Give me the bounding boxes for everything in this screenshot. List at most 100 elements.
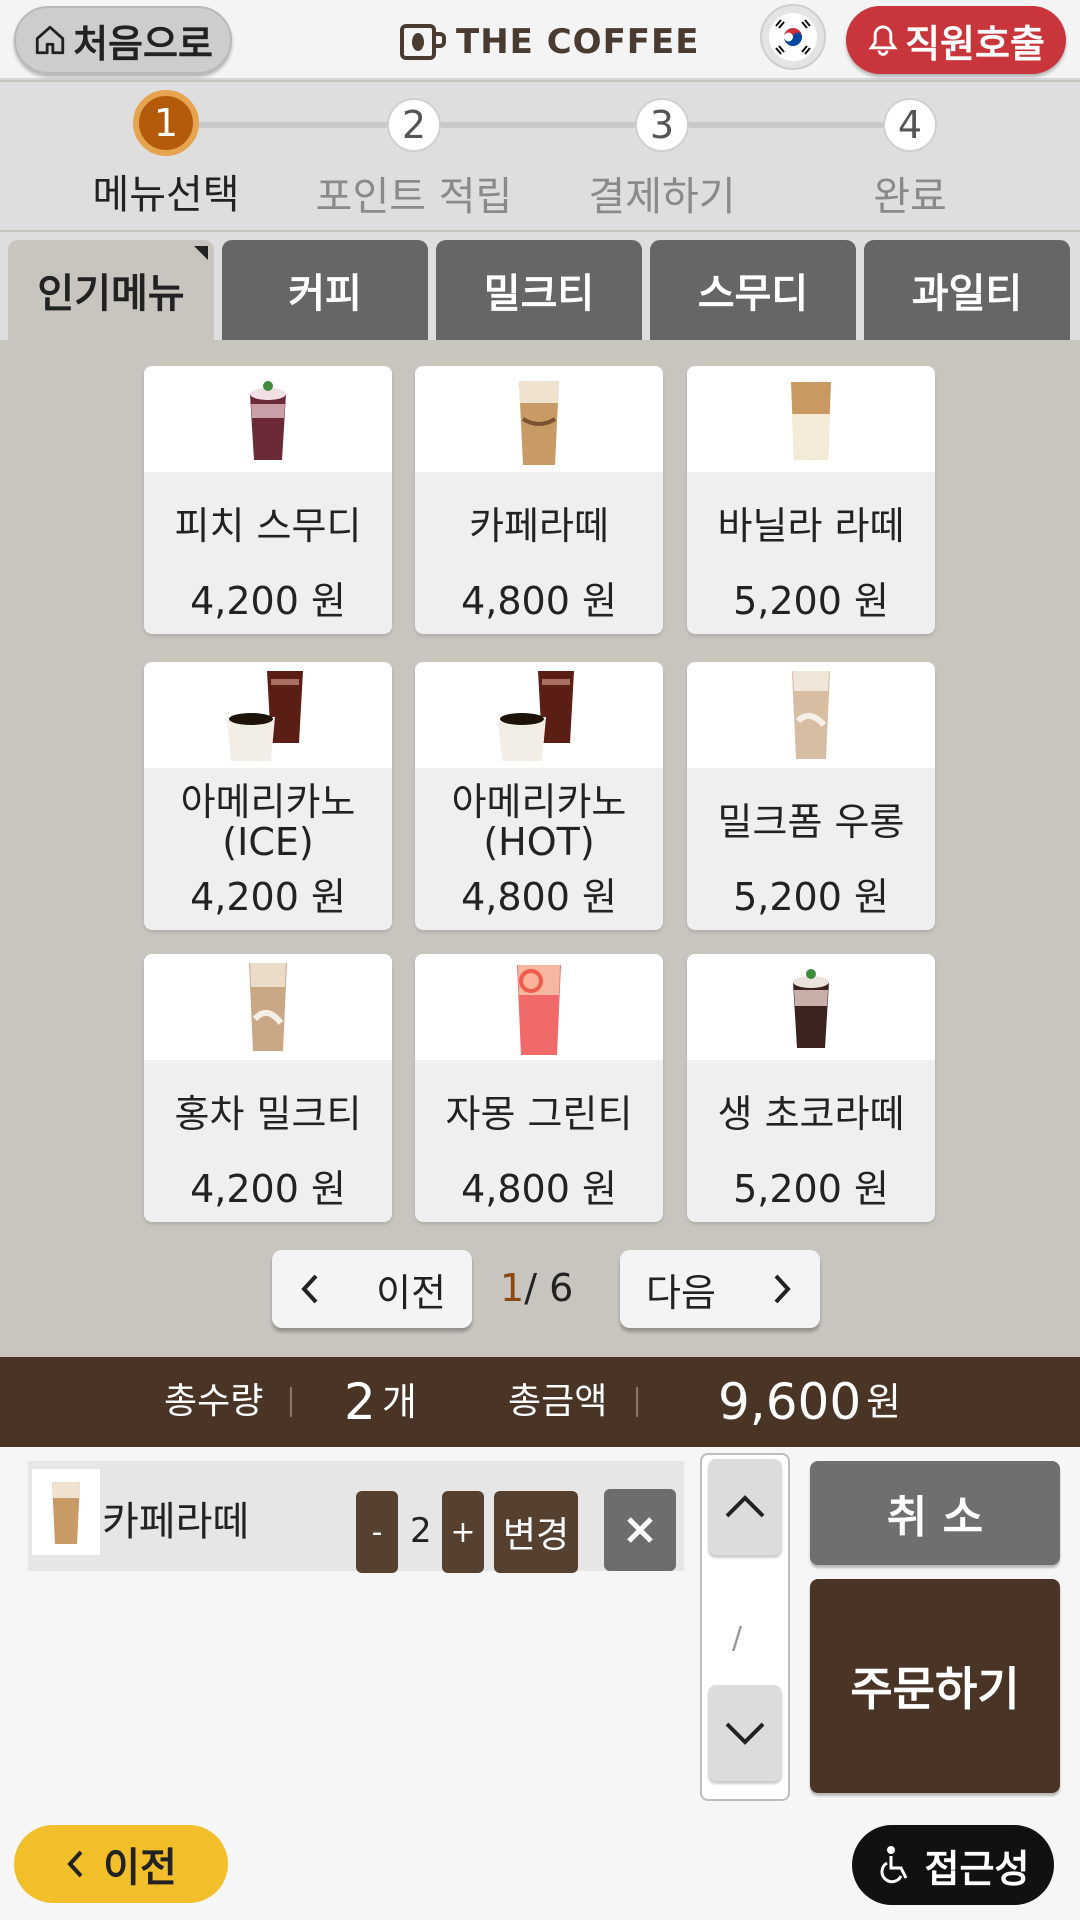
- menu-item-name: 자몽 그린티: [415, 1074, 663, 1154]
- menu-item-choco-latte[interactable]: 생 초코라떼 5,200 원: [687, 954, 935, 1222]
- cancel-button[interactable]: 취 소: [810, 1461, 1060, 1565]
- total-amount-unit: 원: [866, 1380, 901, 1424]
- order-totals-bar: 총수량 2 개 총금액 9,600 원: [0, 1357, 1080, 1447]
- menu-item-name: 아메리카노 (ICE): [144, 782, 392, 862]
- name-line: 피치 스무디: [174, 504, 362, 548]
- menu-item-price: 4,800 원: [461, 579, 617, 623]
- remove-item-button[interactable]: [604, 1489, 676, 1571]
- step-label: 포인트 적립: [315, 174, 513, 220]
- bottom-bar: 이전 접근성: [0, 1805, 1080, 1920]
- menu-item-price: 5,200 원: [733, 579, 889, 623]
- name-line: 바닐라 라떼: [717, 504, 905, 548]
- home-icon: [35, 25, 65, 55]
- scroll-indicator: /: [732, 1621, 743, 1656]
- menu-item-price: 5,200 원: [733, 1167, 889, 1211]
- divider: [636, 1387, 638, 1417]
- cart-item: 카페라떼 - 2 + 변경: [28, 1461, 684, 1573]
- back-button[interactable]: 이전: [14, 1825, 228, 1903]
- bell-icon: [868, 25, 898, 56]
- scroll-down-button[interactable]: [708, 1685, 782, 1781]
- wheelchair-icon: [880, 1846, 907, 1884]
- cart-item-name: 카페라떼: [102, 1499, 250, 1545]
- step-points: 2 포인트 적립: [304, 82, 524, 222]
- progress-line: [170, 122, 910, 128]
- back-label: 이전: [103, 1845, 177, 1891]
- tab-coffee[interactable]: 커피: [222, 240, 428, 340]
- next-page-label: 다음: [646, 1270, 716, 1315]
- step-number: 4: [883, 98, 937, 152]
- increase-qty-button[interactable]: +: [442, 1491, 484, 1573]
- menu-item-peach-smoothie[interactable]: 피치 스무디 4,200 원: [144, 366, 392, 634]
- menu-item-name: 바닐라 라떼: [687, 486, 935, 566]
- menu-item-name: 아메리카노 (HOT): [415, 782, 663, 862]
- scroll-up-button[interactable]: [708, 1459, 782, 1555]
- menu-item-price: 4,800 원: [461, 1167, 617, 1211]
- americano-icon: [144, 662, 392, 768]
- menu-item-vanilla-latte[interactable]: 바닐라 라떼 5,200 원: [687, 366, 935, 634]
- tab-milk-tea[interactable]: 밀크티: [436, 240, 642, 340]
- menu-item-grapefruit-green-tea[interactable]: 자몽 그린티 4,800 원: [415, 954, 663, 1222]
- prev-page-button[interactable]: 이전: [272, 1250, 472, 1328]
- step-number: 2: [387, 98, 441, 152]
- step-payment: 3 결제하기: [552, 82, 772, 222]
- language-button[interactable]: [760, 4, 826, 70]
- tab-popular[interactable]: 인기메뉴: [8, 240, 214, 340]
- tab-fruit-tea[interactable]: 과일티: [864, 240, 1070, 340]
- menu-item-price: 4,200 원: [190, 1167, 346, 1211]
- step-number: 1: [133, 90, 199, 156]
- menu-item-cafe-latte[interactable]: 카페라떼 4,800 원: [415, 366, 663, 634]
- step-label: 결제하기: [588, 174, 736, 220]
- smoothie-icon: [144, 366, 392, 472]
- total-amount-value: 9,600: [718, 1373, 862, 1431]
- menu-item-name: 피치 스무디: [144, 486, 392, 566]
- home-button[interactable]: 처음으로: [14, 6, 232, 74]
- menu-item-name: 생 초코라떼: [687, 1074, 935, 1154]
- close-icon: [627, 1517, 653, 1543]
- latte-icon: [32, 1469, 100, 1555]
- chevron-right-icon: [774, 1274, 791, 1304]
- menu-item-name: 카페라떼: [415, 486, 663, 566]
- menu-item-name: 밀크폼 우롱: [687, 782, 935, 862]
- step-menu-select: 1 메뉴선택: [56, 82, 276, 220]
- cart-panel: 카페라떼 - 2 + 변경 / 취 소 주문하기: [0, 1447, 1080, 1805]
- current-page: 1: [500, 1266, 525, 1310]
- step-complete: 4 완료: [800, 82, 1020, 222]
- latte-icon: [687, 366, 935, 472]
- total-qty-unit: 개: [382, 1380, 417, 1424]
- order-button[interactable]: 주문하기: [810, 1579, 1060, 1793]
- brand-name: THE COFFEE: [456, 22, 700, 62]
- total-qty-value: 2: [344, 1373, 376, 1431]
- choco-latte-icon: [687, 954, 935, 1060]
- name-line: 아메리카노: [451, 780, 627, 824]
- step-number: 3: [635, 98, 689, 152]
- change-option-button[interactable]: 변경: [494, 1491, 578, 1573]
- accessibility-button[interactable]: 접근성: [852, 1825, 1054, 1905]
- step-label: 메뉴선택: [92, 172, 240, 218]
- menu-item-price: 4,200 원: [190, 579, 346, 623]
- total-pages: / 6: [524, 1266, 574, 1310]
- name-line: 카페라떼: [469, 504, 609, 548]
- page-indicator: 1/ 6: [500, 1266, 573, 1310]
- order-progress-steps: 1 메뉴선택 2 포인트 적립 3 결제하기 4 완료: [0, 82, 1080, 230]
- home-label: 처음으로: [73, 21, 213, 66]
- menu-item-americano-hot[interactable]: 아메리카노 (HOT) 4,800 원: [415, 662, 663, 930]
- next-page-button[interactable]: 다음: [620, 1250, 820, 1328]
- menu-item-americano-ice[interactable]: 아메리카노 (ICE) 4,200 원: [144, 662, 392, 930]
- name-line: 밀크폼 우롱: [717, 800, 905, 844]
- grapefruit-tea-icon: [415, 954, 663, 1060]
- korea-flag-icon: [769, 13, 817, 61]
- tab-smoothie[interactable]: 스무디: [650, 240, 856, 340]
- latte-icon: [415, 366, 663, 472]
- menu-item-black-tea-milk-tea[interactable]: 홍차 밀크티 4,200 원: [144, 954, 392, 1222]
- chevron-down-icon: [725, 1722, 765, 1745]
- name-line: 홍차 밀크티: [174, 1092, 362, 1136]
- decrease-qty-button[interactable]: -: [356, 1491, 398, 1573]
- chevron-left-icon: [67, 1850, 83, 1878]
- milk-tea-icon: [687, 662, 935, 768]
- menu-item-milk-foam-oolong[interactable]: 밀크폼 우롱 5,200 원: [687, 662, 935, 930]
- americano-icon: [415, 662, 663, 768]
- staff-call-button[interactable]: 직원호출: [846, 6, 1066, 74]
- name-line: 생 초코라떼: [717, 1092, 905, 1136]
- chevron-up-icon: [725, 1495, 765, 1518]
- name-line: 아메리카노: [180, 780, 356, 824]
